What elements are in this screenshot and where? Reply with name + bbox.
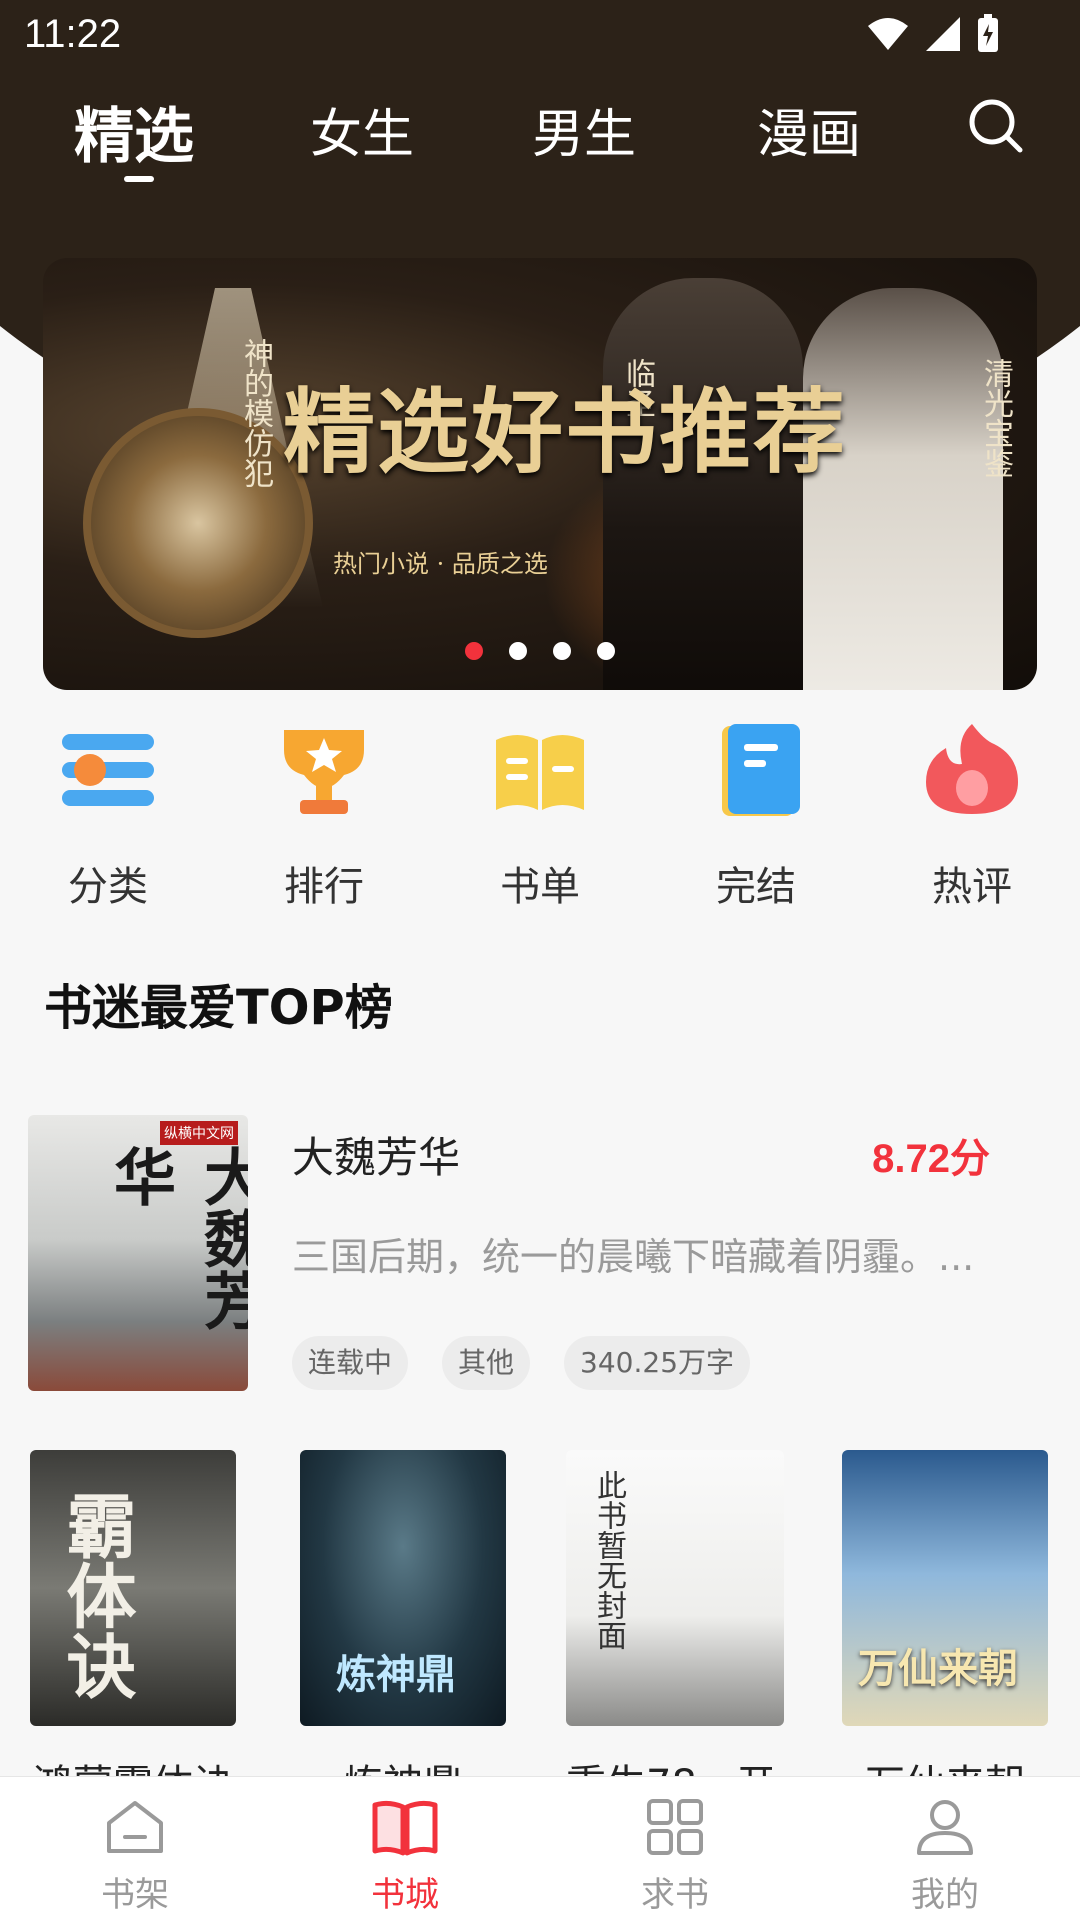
banner-dot[interactable]	[509, 642, 527, 660]
category-label: 排行	[284, 864, 364, 910]
nav-label: 书城	[371, 1875, 439, 1915]
status-bar: 11:22	[0, 0, 1080, 70]
tab-female[interactable]: 女生	[310, 92, 414, 167]
status-icons	[866, 14, 1000, 54]
banner-dot[interactable]	[553, 642, 571, 660]
top-tabs: 精选 女生 男生 漫画	[0, 88, 1080, 198]
book-item[interactable]: 万仙来朝 万仙来朝	[842, 1450, 1048, 1780]
wifi-icon	[868, 18, 908, 50]
category-icon	[62, 734, 154, 806]
tab-male[interactable]: 男生	[532, 92, 636, 167]
book-list-icon	[496, 735, 584, 810]
book-cover: 此书暂无封面	[566, 1450, 784, 1726]
book-cover: 炼神鼎	[300, 1450, 506, 1726]
featured-book-score: 8.72分	[872, 1137, 990, 1181]
cover-title-text: 此书暂无封面	[591, 1470, 626, 1650]
tag-genre: 其他	[442, 1336, 531, 1390]
featured-book-title[interactable]: 大魏芳华	[292, 1124, 460, 1185]
profile-icon	[917, 1800, 973, 1855]
category-label: 完结	[716, 864, 796, 910]
banner-subtitle: 热门小说 · 品质之选	[333, 550, 548, 578]
book-cover: 霸体诀	[30, 1450, 236, 1726]
promo-banner[interactable]: 神的模仿犯 临圣 清光宝鉴 精选好书推荐 热门小说 · 品质之选	[43, 258, 1037, 690]
category-item-ranking[interactable]: 排行	[249, 720, 399, 912]
request-book-icon	[647, 1799, 703, 1855]
nav-label: 书架	[101, 1875, 169, 1915]
banner-dot[interactable]	[597, 642, 615, 660]
category-shortcuts: 分类 排行 书单 完结 热评	[0, 720, 1080, 910]
banner-pagination	[43, 642, 1037, 660]
category-label: 分类	[68, 864, 148, 910]
banner-title: 精选好书推荐	[283, 378, 848, 486]
nav-item-bookstore[interactable]: 书城	[335, 1797, 475, 1916]
tag-status: 连载中	[292, 1336, 409, 1390]
status-time: 11:22	[24, 12, 122, 56]
category-item-finished[interactable]: 完结	[681, 720, 831, 912]
cover-title-text: 霸体诀	[55, 1490, 138, 1700]
banner-dot[interactable]	[465, 642, 483, 660]
active-tab-indicator	[124, 176, 154, 182]
book-cover: 万仙来朝	[842, 1450, 1048, 1726]
banner-clock-art	[83, 408, 313, 638]
category-item-classify[interactable]: 分类	[33, 720, 183, 912]
cover-title-text: 大魏芳华	[103, 1145, 248, 1331]
featured-book-tags: 连载中 其他 340.25万字	[292, 1336, 751, 1390]
cover-title-text: 炼神鼎	[336, 1651, 456, 1698]
bookstore-icon	[372, 1800, 438, 1856]
signal-icon	[926, 17, 960, 51]
banner-side-title-3: 清光宝鉴	[978, 358, 1013, 478]
nav-label: 求书	[641, 1875, 709, 1915]
battery-icon	[978, 14, 998, 52]
cover-publisher-badge: 纵横中文网	[160, 1121, 238, 1145]
category-item-booklist[interactable]: 书单	[465, 720, 615, 912]
book-row: 霸体诀 鸿蒙霸体诀 炼神鼎 炼神鼎 此书暂无封面 重生78，开局 万仙来朝 万仙…	[0, 1450, 1080, 1780]
nav-item-profile[interactable]: 我的	[875, 1797, 1015, 1916]
nav-label: 我的	[911, 1875, 979, 1915]
finished-icon	[722, 724, 800, 816]
banner-side-title-1: 神的模仿犯	[238, 338, 273, 488]
book-item[interactable]: 炼神鼎 炼神鼎	[300, 1450, 506, 1780]
nav-item-request-book[interactable]: 求书	[605, 1797, 745, 1916]
nav-item-bookshelf[interactable]: 书架	[65, 1797, 205, 1916]
category-item-hot-review[interactable]: 热评	[897, 720, 1047, 912]
featured-book-cover[interactable]: 纵横中文网 大魏芳华	[28, 1115, 248, 1391]
featured-book-description: 三国后期，统一的晨曦下暗藏着阴霾。...	[292, 1235, 975, 1279]
bottom-navigation: 书架 书城 求书 我的	[0, 1776, 1080, 1920]
category-label: 书单	[500, 864, 580, 910]
book-item[interactable]: 霸体诀 鸿蒙霸体诀	[30, 1450, 236, 1780]
trophy-icon	[284, 730, 364, 814]
book-item[interactable]: 此书暂无封面 重生78，开局	[566, 1450, 784, 1780]
tab-comics[interactable]: 漫画	[757, 92, 861, 167]
flame-icon	[926, 724, 1018, 814]
tag-word-count: 340.25万字	[564, 1336, 751, 1390]
tab-featured[interactable]: 精选	[74, 88, 194, 175]
cover-title-text: 万仙来朝	[858, 1645, 1018, 1692]
search-icon[interactable]	[966, 96, 1026, 156]
category-label: 热评	[932, 864, 1012, 910]
bookshelf-icon	[107, 1801, 163, 1853]
section-title: 书迷最爱TOP榜	[44, 980, 393, 1036]
